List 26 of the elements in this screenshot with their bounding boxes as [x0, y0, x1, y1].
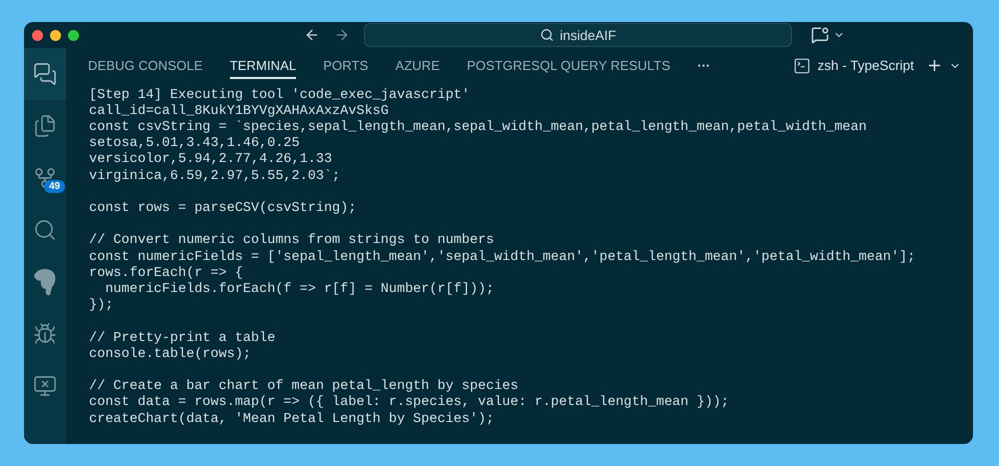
terminal-line: // Create a bar chart of mean petal_length by species [89, 379, 520, 395]
terminal-line: const rows = parseCSV(csvString); [89, 201, 358, 218]
search-field[interactable]: insideAIF [364, 23, 792, 47]
terminal-line: }); [89, 298, 114, 314]
panel-tab[interactable]: AZURE [395, 52, 440, 80]
more-button[interactable]: ··· [697, 58, 710, 74]
panel-tab[interactable]: TERMINAL [230, 52, 296, 80]
panel-tab[interactable]: PORTS [323, 52, 368, 80]
terminal-line: createChart(data, 'Mean Petal Length by Species'); [89, 412, 496, 428]
terminal-line: const data = rows.map(r => ({ label: r.species, value: r.petal_length_mean })); [89, 395, 730, 412]
terminal-line: console.table(rows); [89, 346, 252, 364]
panel-tab[interactable]: DEBUG CONSOLE [88, 52, 203, 80]
terminal-line: const numericFields = ['sepal_length_mean','sepal_width_mean','petal_length_mean','petal_width_mean']; [89, 250, 916, 266]
terminal-line: setosa,5.01,3.43,1.46,0.25 [89, 136, 301, 152]
terminal-line: rows.forEach(r => { [89, 266, 244, 282]
terminal-line: // Convert numeric columns from strings to numbers [89, 233, 496, 250]
terminal-name[interactable]: zsh - TypeScript [817, 58, 914, 74]
terminal-line: numericFields.forEach(f => r[f] = Number(r[f])); [104, 282, 496, 298]
terminal-line: [Step 14] Executing tool 'code_exec_javascript' [89, 88, 471, 104]
terminal-line: const csvString = `species,sepal_length_mean,sepal_width_mean,petal_length_mean,petal_width_mean [89, 120, 868, 136]
count-badge: 49 [44, 180, 66, 193]
terminal-line: versicolor,5.94,2.77,4.26,1.33 [89, 152, 334, 169]
terminal-line: virginica,6.59,2.97,5.55,2.03`; [89, 168, 342, 185]
panel-tab[interactable]: POSTGRESQL QUERY RESULTS [466, 52, 670, 80]
terminal-line: call_id=call_8KukY1BYVgXAHAxAxzAvSksG [89, 104, 390, 120]
terminal-line: // Pretty-print a table [89, 330, 276, 347]
